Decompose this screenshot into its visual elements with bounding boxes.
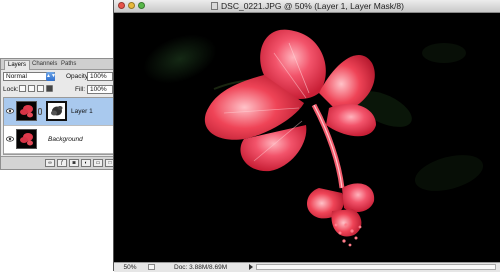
lock-transparent-pixels-icon[interactable] bbox=[19, 85, 26, 92]
tab-layers[interactable]: Layers bbox=[4, 60, 31, 70]
link-chain-icon[interactable] bbox=[38, 108, 42, 115]
new-group-icon[interactable]: ▭ bbox=[93, 159, 103, 167]
layer-name: Background bbox=[48, 136, 83, 143]
layer-list: Layer 1 Background bbox=[3, 97, 129, 155]
fill-field[interactable]: 100% bbox=[87, 85, 113, 94]
adjustment-layer-icon[interactable]: ◐ bbox=[81, 159, 91, 167]
link-layers-icon[interactable]: ∞ bbox=[45, 159, 55, 167]
image-canvas[interactable] bbox=[114, 13, 500, 262]
add-mask-icon[interactable]: ◙ bbox=[69, 159, 79, 167]
horizontal-scrollbar[interactable] bbox=[256, 264, 496, 270]
status-menu-arrow-icon[interactable] bbox=[249, 264, 253, 270]
layer-row-background[interactable]: Background bbox=[4, 126, 128, 154]
layer-mask-thumbnail[interactable] bbox=[46, 101, 67, 121]
hibiscus-photo bbox=[114, 13, 500, 262]
blend-mode-dropdown-icon[interactable]: ▲▼ bbox=[46, 72, 56, 81]
opacity-field[interactable]: 100% bbox=[87, 72, 113, 81]
lock-position-icon[interactable] bbox=[37, 85, 44, 92]
document-title: DSC_0221.JPG @ 50% (Layer 1, Layer Mask/… bbox=[114, 1, 500, 11]
tab-paths[interactable]: Paths bbox=[58, 60, 79, 69]
layer-name: Layer 1 bbox=[71, 108, 93, 115]
document-icon bbox=[211, 2, 219, 10]
eye-icon[interactable] bbox=[6, 107, 14, 115]
document-window: DSC_0221.JPG @ 50% (Layer 1, Layer Mask/… bbox=[113, 0, 500, 272]
lock-all-icon[interactable] bbox=[46, 85, 53, 92]
layer-row-layer-1[interactable]: Layer 1 bbox=[4, 98, 128, 126]
blend-mode-select[interactable]: Normal ▲▼ bbox=[3, 72, 56, 81]
lock-label: Lock: bbox=[3, 86, 19, 93]
tab-channels[interactable]: Channels bbox=[29, 60, 60, 69]
blend-mode-value: Normal bbox=[6, 73, 27, 80]
document-size: Doc: 3.88M/8.69M bbox=[174, 264, 228, 271]
document-title-text: DSC_0221.JPG @ 50% (Layer 1, Layer Mask/… bbox=[221, 1, 404, 11]
lock-image-pixels-icon[interactable] bbox=[28, 85, 35, 92]
zoom-level[interactable]: 50% bbox=[116, 264, 144, 271]
layer-thumbnail[interactable] bbox=[16, 101, 37, 121]
eye-icon[interactable] bbox=[6, 135, 14, 143]
document-title-bar[interactable]: DSC_0221.JPG @ 50% (Layer 1, Layer Mask/… bbox=[114, 0, 500, 13]
status-info-icon[interactable] bbox=[148, 264, 155, 270]
fill-label: Fill: bbox=[75, 86, 86, 93]
palette-button-bar: ∞ ƒ ◙ ◐ ▭ □ ▯ bbox=[1, 156, 131, 169]
palette-tab-bar: Layers Channels Paths ▸≡ bbox=[1, 59, 131, 70]
layer-thumbnail[interactable] bbox=[16, 129, 37, 149]
layer-style-icon[interactable]: ƒ bbox=[57, 159, 67, 167]
